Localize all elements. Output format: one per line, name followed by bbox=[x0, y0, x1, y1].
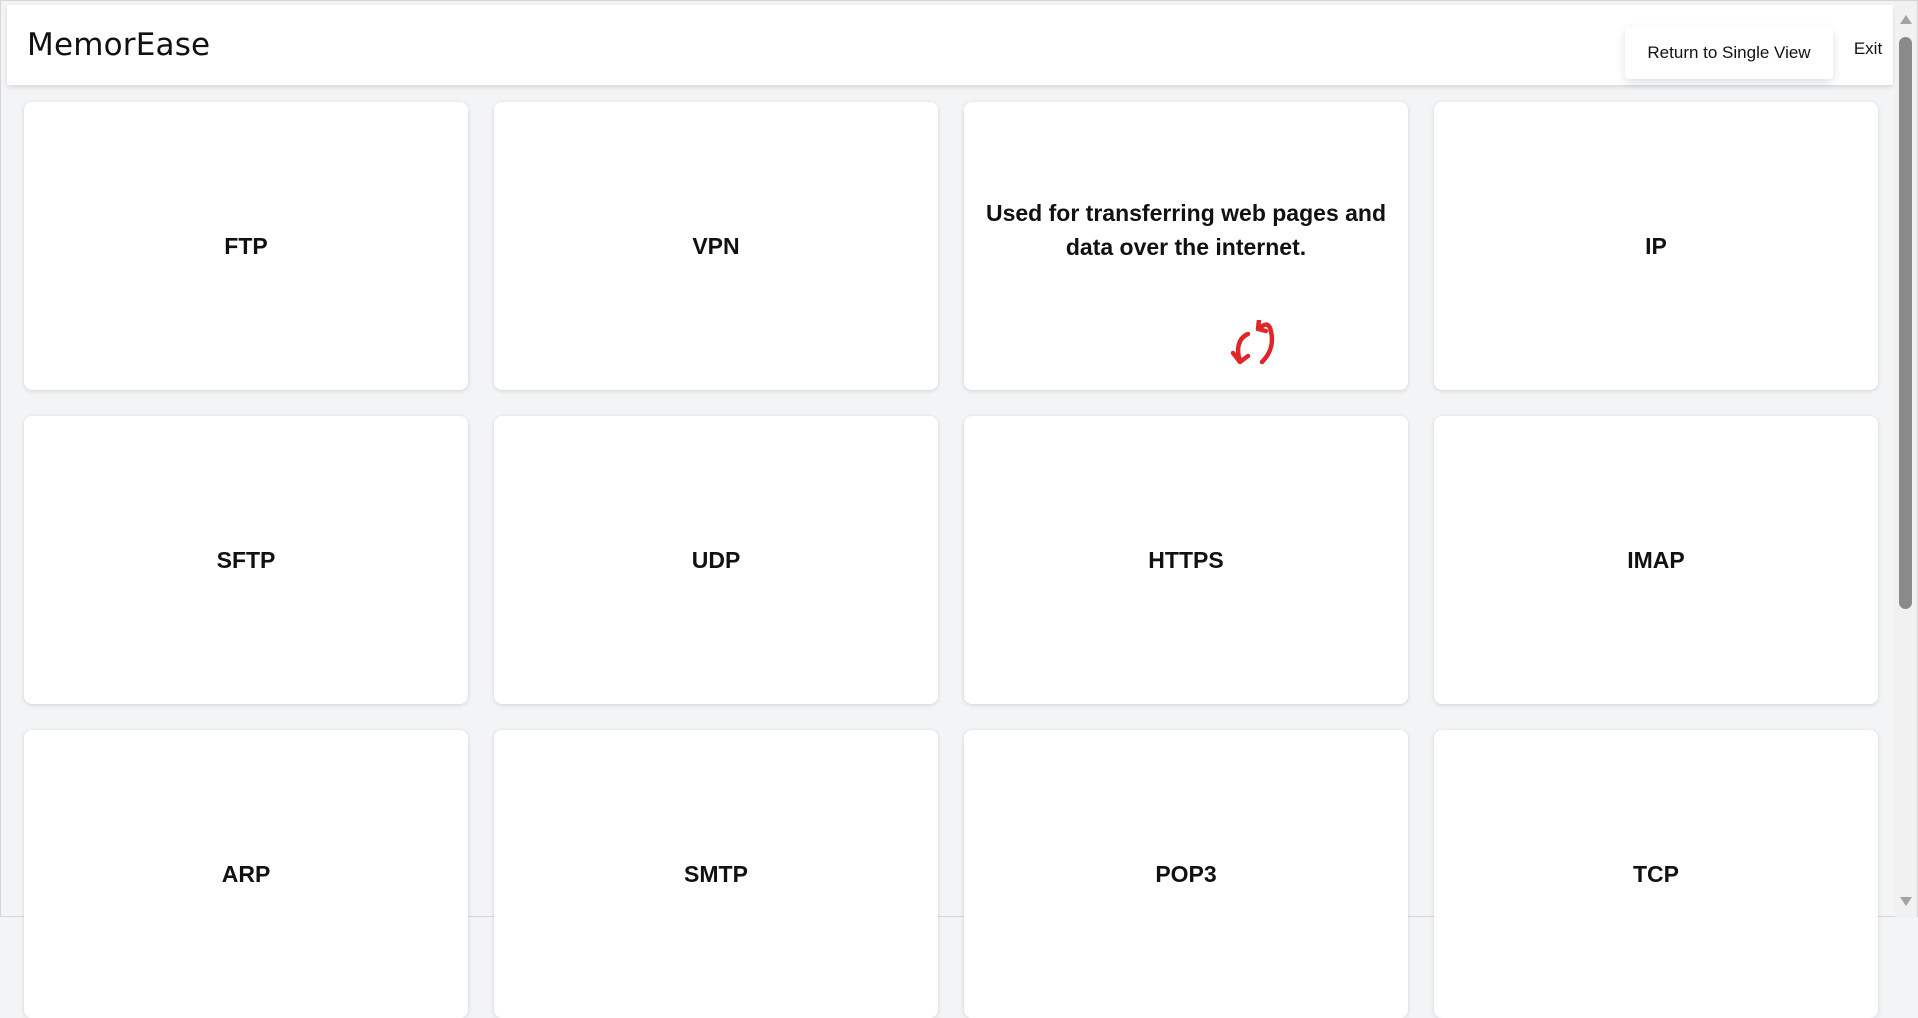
flashcard[interactable]: IP bbox=[1434, 102, 1878, 390]
flashcard-flipped[interactable]: Used for transferring web pages and data… bbox=[964, 102, 1408, 390]
flashcard[interactable]: SFTP bbox=[24, 416, 468, 704]
scroll-down-arrow-icon[interactable] bbox=[1900, 897, 1912, 906]
exit-button[interactable]: Exit bbox=[1843, 27, 1893, 71]
scrollbar-thumb[interactable] bbox=[1899, 37, 1912, 609]
flashcard[interactable]: VPN bbox=[494, 102, 938, 390]
flashcard[interactable]: SMTP bbox=[494, 730, 938, 1018]
return-to-single-view-button[interactable]: Return to Single View bbox=[1625, 27, 1833, 79]
card-text: IMAP bbox=[1627, 547, 1685, 573]
card-text: Used for transferring web pages and data… bbox=[985, 200, 1387, 260]
card-text: HTTPS bbox=[1148, 547, 1224, 573]
card-text: VPN bbox=[692, 233, 740, 259]
card-text: IP bbox=[1645, 233, 1667, 259]
scroll-up-arrow-icon[interactable] bbox=[1900, 15, 1912, 24]
flashcard[interactable]: UDP bbox=[494, 416, 938, 704]
flashcard[interactable]: HTTPS bbox=[964, 416, 1408, 704]
card-text: FTP bbox=[224, 233, 268, 259]
flashcard[interactable]: IMAP bbox=[1434, 416, 1878, 704]
card-text: POP3 bbox=[1155, 861, 1217, 887]
top-bar: MemorEase Return to Single View Exit bbox=[7, 5, 1893, 85]
app-logo-title: MemorEase bbox=[27, 27, 211, 63]
app-window: MemorEase Return to Single View Exit FTP… bbox=[0, 0, 1918, 1018]
card-text: UDP bbox=[691, 547, 741, 573]
flashcard[interactable]: ARP bbox=[24, 730, 468, 1018]
flashcard[interactable]: TCP bbox=[1434, 730, 1878, 1018]
card-text: ARP bbox=[221, 861, 271, 887]
card-text: SFTP bbox=[216, 547, 276, 573]
card-text: TCP bbox=[1633, 861, 1679, 887]
flashcard[interactable]: FTP bbox=[24, 102, 468, 390]
card-text: SMTP bbox=[684, 861, 748, 887]
vertical-scrollbar[interactable] bbox=[1895, 1, 1917, 918]
flashcard-grid: FTP VPN Used for transferring web pages … bbox=[24, 102, 1878, 1018]
flashcard[interactable]: POP3 bbox=[964, 730, 1408, 1018]
flip-arrows-icon[interactable] bbox=[1226, 320, 1286, 370]
